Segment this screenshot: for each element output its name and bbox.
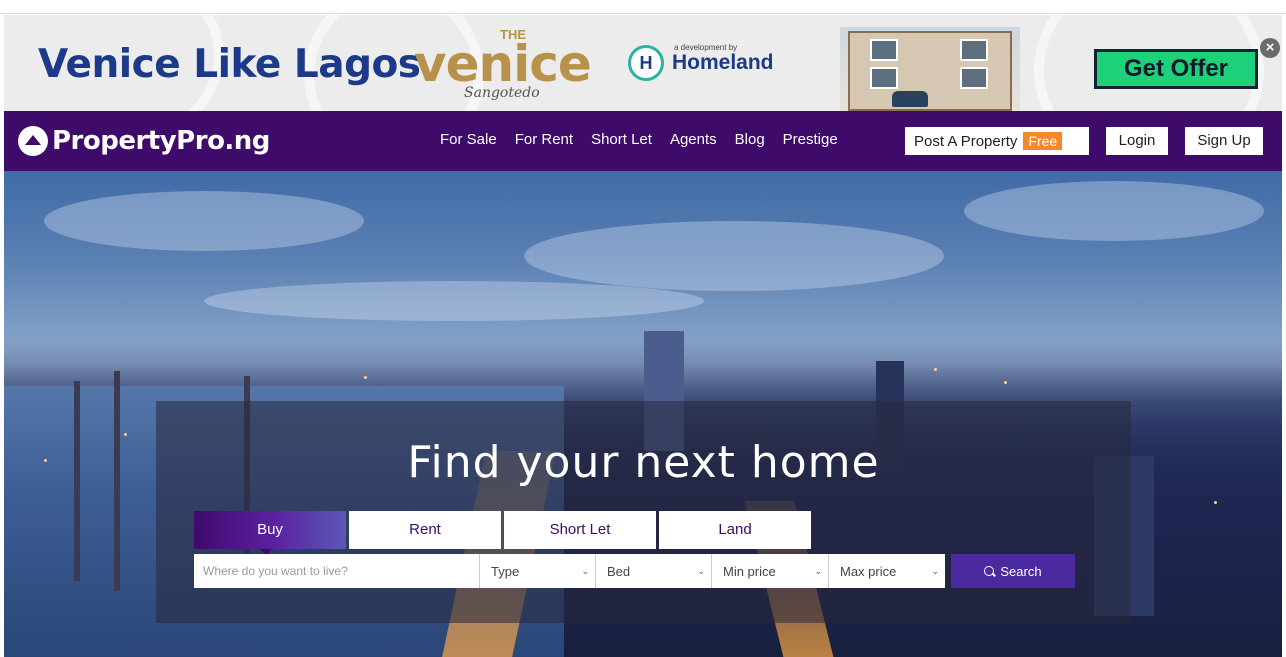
car-image xyxy=(892,91,928,107)
venice-logo: THE venice Sangotedo xyxy=(412,25,612,111)
listing-type-tabs: Buy Rent Short Let Land xyxy=(194,511,811,556)
login-button[interactable]: Login xyxy=(1106,127,1168,155)
ad-banner[interactable]: Venice Like Lagos THE venice Sangotedo H… xyxy=(4,15,1282,111)
hero-title: Find your next home xyxy=(407,437,880,488)
hero-section: Find your next home Buy Rent Short Let L… xyxy=(4,171,1282,657)
nav-link-agents[interactable]: Agents xyxy=(670,131,717,148)
nav-link-for-rent[interactable]: For Rent xyxy=(515,131,573,148)
brand-name: PropertyPro.ng xyxy=(52,126,270,156)
get-offer-button[interactable]: Get Offer xyxy=(1094,49,1258,89)
hero-background xyxy=(44,191,364,251)
min-price-select-label: Min price xyxy=(723,563,776,579)
search-form: Type ⌄ Bed ⌄ Min price ⌄ Max price ⌄ xyxy=(194,554,1075,588)
search-button[interactable]: Search xyxy=(951,554,1075,588)
nav-links: For Sale For Rent Short Let Agents Blog … xyxy=(440,131,838,148)
top-strip xyxy=(0,0,1286,14)
nav-link-for-sale[interactable]: For Sale xyxy=(440,131,497,148)
close-icon[interactable]: × xyxy=(1260,38,1280,58)
nav-link-prestige[interactable]: Prestige xyxy=(783,131,838,148)
chevron-down-icon: ⌄ xyxy=(581,565,589,576)
chevron-down-icon: ⌄ xyxy=(814,565,822,576)
type-select-label: Type xyxy=(491,563,520,579)
bed-select[interactable]: Bed ⌄ xyxy=(595,554,711,588)
tab-short-let[interactable]: Short Let xyxy=(504,511,656,549)
chevron-down-icon: ⌄ xyxy=(697,565,705,576)
tab-buy[interactable]: Buy xyxy=(194,511,346,556)
tab-land[interactable]: Land xyxy=(659,511,811,549)
post-property-button[interactable]: Post A Property Free xyxy=(905,127,1089,155)
tab-rent[interactable]: Rent xyxy=(349,511,501,549)
homeland-icon: H xyxy=(628,45,664,81)
search-panel: Find your next home Buy Rent Short Let L… xyxy=(156,401,1131,623)
main-navbar: PropertyPro.ng For Sale For Rent Short L… xyxy=(4,111,1282,171)
max-price-select[interactable]: Max price ⌄ xyxy=(828,554,945,588)
bed-select-label: Bed xyxy=(607,563,631,579)
free-badge: Free xyxy=(1023,132,1063,150)
type-select[interactable]: Type ⌄ xyxy=(479,554,595,588)
venice-logo-sub: Sangotedo xyxy=(464,85,540,101)
browser-page: Venice Like Lagos THE venice Sangotedo H… xyxy=(0,0,1286,657)
search-button-label: Search xyxy=(1000,563,1042,579)
nav-link-blog[interactable]: Blog xyxy=(735,131,765,148)
signup-button[interactable]: Sign Up xyxy=(1185,127,1263,155)
ad-headline: Venice Like Lagos xyxy=(38,42,421,87)
site-logo[interactable]: PropertyPro.ng xyxy=(18,125,270,157)
nav-link-short-let[interactable]: Short Let xyxy=(591,131,652,148)
max-price-select-label: Max price xyxy=(840,563,897,579)
post-property-label: Post A Property xyxy=(914,132,1018,150)
house-image xyxy=(840,27,1020,111)
search-icon xyxy=(984,566,995,576)
developer-name: Homeland xyxy=(672,51,774,74)
location-search-input[interactable] xyxy=(194,554,479,588)
house-logo-icon xyxy=(18,126,48,156)
chevron-down-icon: ⌄ xyxy=(931,565,939,576)
min-price-select[interactable]: Min price ⌄ xyxy=(711,554,828,588)
